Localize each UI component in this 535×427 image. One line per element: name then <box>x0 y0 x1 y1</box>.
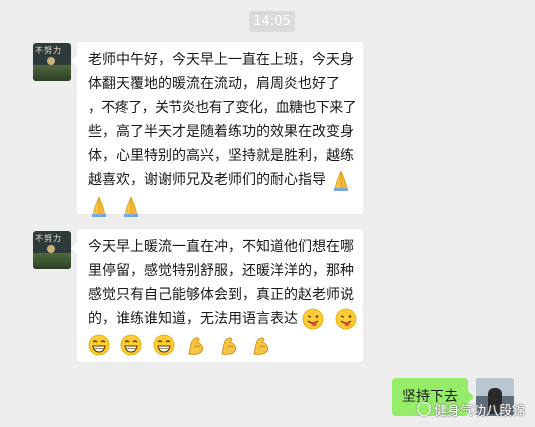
emoji-row <box>88 333 352 357</box>
message-line: 体翻天覆地的暖流在流动，肩周炎也好了 <box>88 76 340 92</box>
watermark: 健身气功八段锦 <box>416 400 525 419</box>
message-line-text: 的，谁练谁知道，无法用语言表达 <box>88 311 298 327</box>
avatar-text: 不努力 <box>35 234 62 243</box>
avatar[interactable]: 不努力 <box>33 231 71 269</box>
folded-hands-icon <box>334 170 349 191</box>
avatar-text: 不努力 <box>35 46 62 55</box>
grin-emoji-icon <box>88 334 110 356</box>
folded-hands-icon <box>92 196 106 217</box>
wink-tongue-emoji-icon <box>303 308 324 330</box>
message-line: 些，高了半天才是随着练功的效果在改变身 <box>88 124 354 140</box>
message-line: 的，谁练谁知道，无法用语言表达 <box>88 307 357 331</box>
message-line: 越喜欢，谢谢师兄及老师们的耐心指导 <box>88 168 352 192</box>
flexed-biceps-icon <box>253 337 269 355</box>
message-bubble[interactable]: 今天早上暖流一直在冲，不知道他们想在哪 里停留，感觉特别舒服，还暖洋洋的，那种 … <box>71 229 363 362</box>
watermark-text: 健身气功八段锦 <box>433 404 525 419</box>
emoji-row <box>88 194 352 218</box>
message-line-text: 越喜欢，谢谢师兄及老师们的耐心指导 <box>88 172 326 188</box>
avatar-sun-shape <box>47 245 55 253</box>
message-line: ，不疼了，关节炎也有了变化，血糖也下来了 <box>88 100 357 116</box>
message-line: 体，心里特别的高兴，坚持就是胜利，越练 <box>88 148 354 164</box>
avatar-grass-shape <box>33 65 71 81</box>
message-line: 今天早上暖流一直在冲，不知道他们想在哪 <box>88 239 354 255</box>
avatar-grass-shape <box>33 253 71 269</box>
grin-emoji-icon <box>121 334 142 356</box>
message-line: 老师中午好，今天早上一直在上班，今天身 <box>88 52 354 68</box>
flexed-biceps-icon <box>221 337 236 355</box>
avatar[interactable]: 不努力 <box>33 43 71 81</box>
message-line: 里停留，感觉特别舒服，还暖洋洋的，那种 <box>88 263 354 279</box>
watermark-logo-icon <box>416 402 431 416</box>
grin-emoji-icon <box>153 334 175 356</box>
avatar-sun-shape <box>47 57 55 65</box>
flexed-biceps-icon <box>188 337 204 355</box>
timestamp: 14:05 <box>249 11 295 32</box>
message-bubble[interactable]: 老师中午好，今天早上一直在上班，今天身 体翻天覆地的暖流在流动，肩周炎也好了 ，… <box>71 42 363 217</box>
wink-tongue-emoji-icon <box>335 308 357 330</box>
message-line: 感觉只有自己能够体会到，真正的赵老师说 <box>88 287 354 303</box>
folded-hands-icon <box>124 196 139 217</box>
